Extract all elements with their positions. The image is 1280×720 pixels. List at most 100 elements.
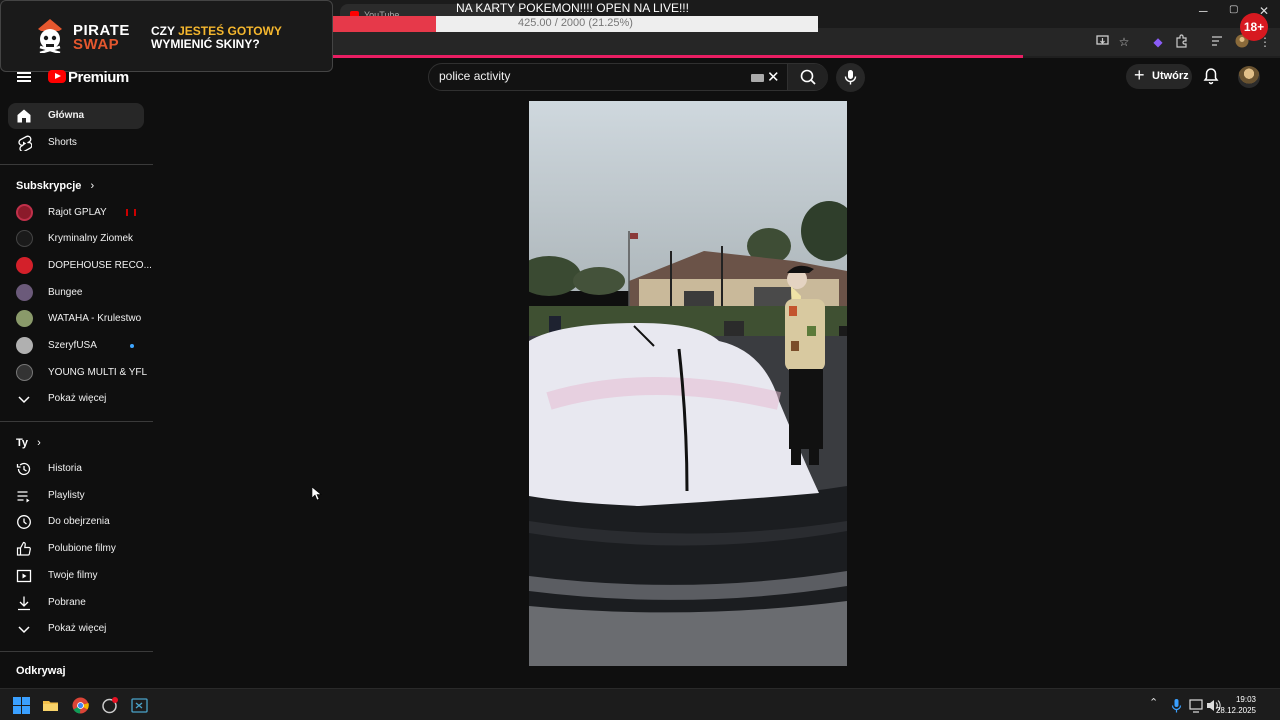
minimize-button[interactable]: ─	[1199, 4, 1208, 18]
account-avatar[interactable]	[1238, 66, 1260, 88]
promo-banner: PIRATE SWAP CZY JESTEŚ GOTOWY WYMIENIĆ S…	[0, 0, 333, 72]
video-frame	[529, 101, 847, 666]
channel-name: DOPEHOUSE RECO...	[48, 260, 152, 271]
channel-avatar	[16, 337, 33, 354]
playlist-icon	[17, 491, 30, 503]
promo-text: CZY JESTEŚ GOTOWY WYMIENIĆ SKINY?	[151, 25, 321, 51]
new-content-dot-icon	[130, 344, 134, 348]
age-rating-badge: 18+	[1240, 13, 1268, 41]
subscriptions-heading-label: Subskrypcje	[16, 180, 82, 192]
sidebar-item-home[interactable]: Główna	[8, 103, 144, 129]
sidebar-item-your-videos[interactable]: Twoje filmy	[8, 563, 144, 589]
sidebar-show-more-subscriptions[interactable]: Pokaż więcej	[8, 386, 144, 412]
notifications-bell-icon[interactable]	[1202, 67, 1220, 85]
sidebar-item-label: Główna	[48, 110, 85, 121]
thumb-up-icon	[16, 541, 31, 556]
sidebar-item-subscription[interactable]: Kryminalny Ziomek	[8, 226, 144, 252]
sidebar-item-subscription[interactable]: Bungee	[8, 280, 144, 306]
sidebar-item-subscription[interactable]: DOPEHOUSE RECO...	[8, 253, 152, 279]
plus-icon: +	[1134, 65, 1145, 85]
chevron-right-icon: ›	[90, 180, 95, 192]
youtube-premium-logo-text[interactable]: Premium	[68, 69, 129, 86]
chevron-right-icon: ›	[37, 437, 41, 449]
tray-overflow-icon[interactable]: ⌃	[1149, 696, 1158, 709]
chevron-down-icon	[18, 396, 30, 404]
app-icon-with-notification[interactable]	[101, 697, 118, 714]
extensions-puzzle-icon[interactable]	[1174, 34, 1190, 50]
channel-avatar	[16, 230, 33, 247]
voice-search-button[interactable]	[836, 63, 865, 92]
hamburger-menu-icon[interactable]	[17, 72, 31, 82]
create-button[interactable]: + Utwórz	[1126, 64, 1192, 89]
donation-goal-label: 425.00 / 2000 (21.25%)	[518, 17, 633, 29]
sidebar-item-subscription[interactable]: WATAHA - Krulestwo	[8, 306, 144, 332]
sidebar-item-watch-later[interactable]: Do obejrzenia	[8, 509, 144, 535]
channel-name: Kryminalny Ziomek	[48, 233, 134, 244]
channel-name: Bungee	[48, 287, 83, 298]
donation-goal-bar: 425.00 / 2000 (21.25%)	[333, 16, 818, 32]
sidebar-item-history[interactable]: Historia	[8, 456, 144, 482]
show-more-label: Pokaż więcej	[48, 393, 107, 404]
maximize-button[interactable]: ▢	[1229, 4, 1238, 15]
install-app-icon[interactable]	[1095, 34, 1111, 50]
promo-text-highlight: JESTEŚ GOTOWY	[178, 24, 282, 38]
sidebar-divider	[0, 651, 153, 652]
bookmark-star-icon[interactable]: ☆	[1116, 34, 1132, 50]
channel-avatar	[16, 310, 33, 327]
chrome-icon[interactable]	[72, 697, 89, 714]
home-icon	[17, 109, 31, 123]
search-icon	[800, 69, 816, 85]
extension-twitch-icon[interactable]: ◆	[1150, 34, 1166, 50]
your-videos-icon	[16, 569, 32, 583]
live-indicator-icon	[126, 209, 136, 216]
sidebar-item-downloads[interactable]: Pobrane	[8, 590, 144, 616]
taskbar: ⌃ 19:03 28.12.2025	[0, 688, 1280, 720]
channel-name: SzeryfUSA	[48, 340, 97, 351]
shorts-icon	[18, 135, 32, 151]
clock-date: 28.12.2025	[1215, 706, 1256, 715]
sidebar-divider	[0, 421, 153, 422]
sidebar-item-label: Twoje filmy	[48, 570, 98, 581]
sidebar-item-subscription[interactable]: Rajot GPLAY	[8, 200, 144, 226]
promo-brand-line2: SWAP	[73, 36, 120, 53]
sidebar-item-liked-videos[interactable]: Polubione filmy	[8, 536, 144, 562]
explore-heading: Odkrywaj	[16, 665, 66, 677]
clear-search-icon[interactable]: ✕	[767, 68, 780, 86]
search-input[interactable]	[439, 69, 739, 83]
sidebar-item-label: Playlisty	[48, 490, 85, 501]
subscriptions-heading[interactable]: Subskrypcje ›	[16, 180, 94, 192]
network-icon[interactable]	[1188, 697, 1205, 714]
channel-avatar	[16, 257, 33, 274]
sidebar-show-more-you[interactable]: Pokaż więcej	[8, 616, 144, 642]
channel-avatar	[16, 284, 33, 301]
promo-text-post: WYMIENIĆ SKINY?	[151, 37, 260, 51]
clock[interactable]: 19:03 28.12.2025	[1216, 694, 1256, 716]
channel-avatar	[16, 204, 33, 221]
microphone-tray-icon[interactable]	[1168, 697, 1185, 714]
donation-goal-title: NA KARTY POKEMON!!!! OPEN NA LIVE!!!	[456, 1, 689, 15]
clock-time: 19:03	[1235, 695, 1256, 704]
channel-name: WATAHA - Krulestwo	[48, 313, 142, 324]
shorts-video-player[interactable]	[529, 101, 847, 666]
keyboard-icon[interactable]	[751, 74, 764, 82]
search-button[interactable]	[787, 64, 828, 90]
chevron-down-icon	[18, 626, 30, 634]
you-heading-label: Ty	[16, 437, 29, 449]
page-loading-bar	[333, 55, 1023, 58]
sidebar-item-subscription[interactable]: YOUNG MULTI & YFL	[8, 360, 148, 386]
channel-avatar	[16, 364, 33, 381]
sidebar-item-shorts[interactable]: Shorts	[8, 130, 144, 156]
create-button-label: Utwórz	[1152, 70, 1189, 82]
windows-start-icon[interactable]	[13, 697, 30, 714]
sidebar-item-label: Historia	[48, 463, 82, 474]
youtube-logo-icon[interactable]	[48, 70, 66, 83]
file-explorer-icon[interactable]	[42, 697, 59, 714]
channel-name: YOUNG MULTI & YFL	[48, 367, 148, 378]
reading-list-icon[interactable]	[1209, 34, 1225, 50]
terminal-app-icon[interactable]	[131, 697, 148, 714]
sidebar-item-subscription[interactable]: SzeryfUSA	[8, 333, 144, 359]
you-heading[interactable]: Ty ›	[16, 437, 41, 449]
sidebar-item-playlists[interactable]: Playlisty	[8, 483, 144, 509]
promo-text-pre: CZY	[151, 24, 179, 38]
microphone-icon	[844, 70, 857, 85]
